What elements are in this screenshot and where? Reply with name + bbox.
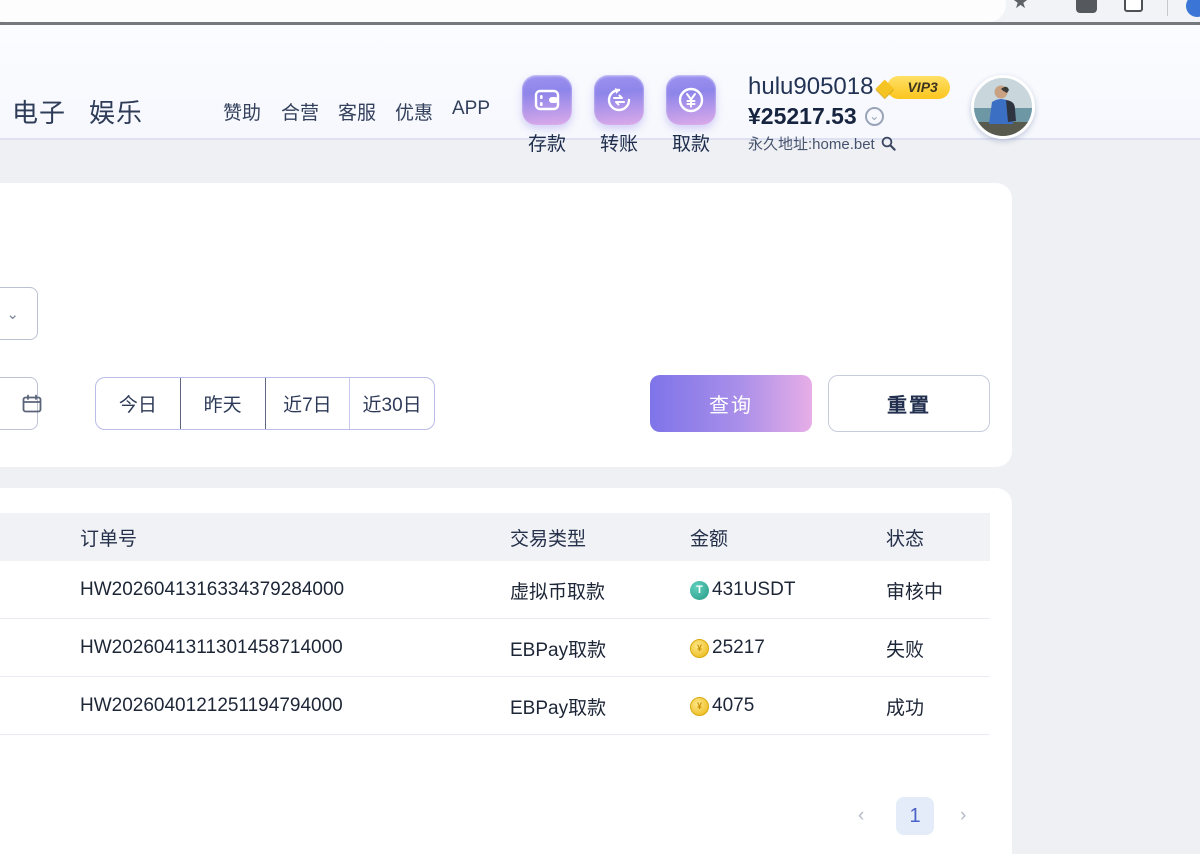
withdraw-button[interactable]: 取款 bbox=[659, 75, 723, 156]
vip-level-label: VIP3 bbox=[907, 79, 937, 95]
transaction-type-select[interactable]: ⌄ bbox=[0, 287, 38, 340]
range-yesterday-button[interactable]: 昨天 bbox=[181, 378, 266, 429]
table-row[interactable]: HW2026041311301458714000 EBPay取款 25217 失… bbox=[0, 619, 990, 677]
amount-cell: 4075 bbox=[690, 677, 754, 735]
gold-coin-icon bbox=[690, 639, 709, 658]
amount-value: 25217 bbox=[712, 637, 765, 659]
order-number: HW2026041311301458714000 bbox=[80, 619, 343, 677]
address-bar[interactable] bbox=[0, 0, 1006, 22]
nav-item-support[interactable]: 客服 bbox=[338, 98, 376, 125]
pagination-next-icon[interactable]: › bbox=[960, 805, 966, 827]
withdraw-icon bbox=[666, 75, 716, 125]
nav-item-entertainment[interactable]: 娱乐 bbox=[89, 93, 143, 130]
quick-date-range-group: 今日 昨天 近7日 近30日 bbox=[95, 377, 435, 430]
col-amount: 金额 bbox=[690, 524, 728, 551]
usdt-coin-icon bbox=[690, 581, 709, 600]
transaction-type: 虚拟币取款 bbox=[510, 561, 605, 619]
extension-icon[interactable] bbox=[1076, 0, 1097, 13]
records-panel: 订单号 交易类型 金额 状态 HW2026041316334379284000 … bbox=[0, 488, 1012, 854]
transfer-button[interactable]: 转账 bbox=[587, 75, 651, 156]
window-icon[interactable] bbox=[1124, 0, 1143, 12]
deposit-button[interactable]: 存款 bbox=[515, 75, 579, 156]
nav-item-sponsor[interactable]: 赞助 bbox=[223, 98, 261, 125]
pagination-page-1[interactable]: 1 bbox=[896, 797, 934, 835]
search-icon[interactable] bbox=[881, 136, 896, 151]
diamond-icon: ◆ bbox=[875, 73, 893, 102]
app-window: ★ 电子 娱乐 赞助 合营 客服 优惠 APP 存款 bbox=[0, 0, 1200, 854]
status-badge: 失败 bbox=[886, 619, 924, 677]
transfer-label: 转账 bbox=[587, 129, 651, 156]
amount-cell: 431USDT bbox=[690, 561, 795, 619]
col-status: 状态 bbox=[886, 524, 924, 551]
browser-profile-avatar[interactable] bbox=[1186, 0, 1200, 17]
range-today-button[interactable]: 今日 bbox=[96, 378, 181, 429]
table-row[interactable]: HW2026040121251194794000 EBPay取款 4075 成功 bbox=[0, 677, 990, 735]
deposit-label: 存款 bbox=[515, 129, 579, 156]
amount-value: 4075 bbox=[712, 695, 754, 717]
nav-item-app[interactable]: APP bbox=[452, 98, 490, 120]
balance-expand-icon[interactable]: ⌄ bbox=[865, 107, 884, 126]
status-badge: 审核中 bbox=[886, 561, 943, 619]
nav-item-electronic[interactable]: 电子 bbox=[12, 93, 66, 130]
nav-item-partnership[interactable]: 合营 bbox=[281, 98, 319, 125]
query-button[interactable]: 查询 bbox=[650, 375, 812, 432]
filter-panel: ⌄ 3 今日 昨天 近7日 近30日 查询 重置 bbox=[0, 183, 1012, 467]
calendar-icon[interactable] bbox=[21, 393, 43, 415]
transfer-icon bbox=[594, 75, 644, 125]
balance-amount: ¥25217.53 bbox=[748, 103, 857, 130]
table-row[interactable]: HW2026041316334379284000 虚拟币取款 431USDT 审… bbox=[0, 561, 990, 619]
amount-value: 431USDT bbox=[712, 579, 795, 601]
transaction-type: EBPay取款 bbox=[510, 619, 606, 677]
user-info: hulu905018 ◆ VIP3 ¥25217.53 ⌄ 永久地址:home.… bbox=[748, 73, 950, 154]
pagination-prev-icon[interactable]: ‹ bbox=[858, 805, 864, 827]
browser-toolbar: ★ bbox=[0, 0, 1200, 22]
user-avatar[interactable] bbox=[971, 75, 1035, 139]
gold-coin-icon bbox=[690, 697, 709, 716]
reset-button[interactable]: 重置 bbox=[828, 375, 990, 432]
range-30days-button[interactable]: 近30日 bbox=[350, 378, 434, 429]
order-number: HW2026040121251194794000 bbox=[80, 677, 343, 735]
permanent-address: 永久地址:home.bet bbox=[748, 133, 875, 154]
amount-cell: 25217 bbox=[690, 619, 765, 677]
site-header: 电子 娱乐 赞助 合营 客服 优惠 APP 存款 bbox=[0, 25, 1200, 140]
toolbar-divider bbox=[1167, 0, 1168, 16]
chevron-down-icon: ⌄ bbox=[6, 305, 19, 323]
col-order-number: 订单号 bbox=[80, 524, 137, 551]
date-range-input[interactable]: 3 bbox=[0, 377, 38, 430]
nav-item-promotions[interactable]: 优惠 bbox=[395, 98, 433, 125]
transaction-type: EBPay取款 bbox=[510, 677, 606, 735]
wallet-icon bbox=[522, 75, 572, 125]
username: hulu905018 bbox=[748, 73, 873, 101]
vip-badge[interactable]: ◆ VIP3 bbox=[887, 76, 949, 99]
withdraw-label: 取款 bbox=[659, 129, 723, 156]
order-number: HW2026041316334379284000 bbox=[80, 561, 344, 619]
table-header: 订单号 交易类型 金额 状态 bbox=[0, 513, 990, 561]
bookmark-star-icon[interactable]: ★ bbox=[1012, 0, 1032, 13]
range-7days-button[interactable]: 近7日 bbox=[266, 378, 351, 429]
status-badge: 成功 bbox=[886, 677, 924, 735]
pagination: ‹ 1 › bbox=[0, 797, 990, 835]
col-transaction-type: 交易类型 bbox=[510, 524, 586, 551]
